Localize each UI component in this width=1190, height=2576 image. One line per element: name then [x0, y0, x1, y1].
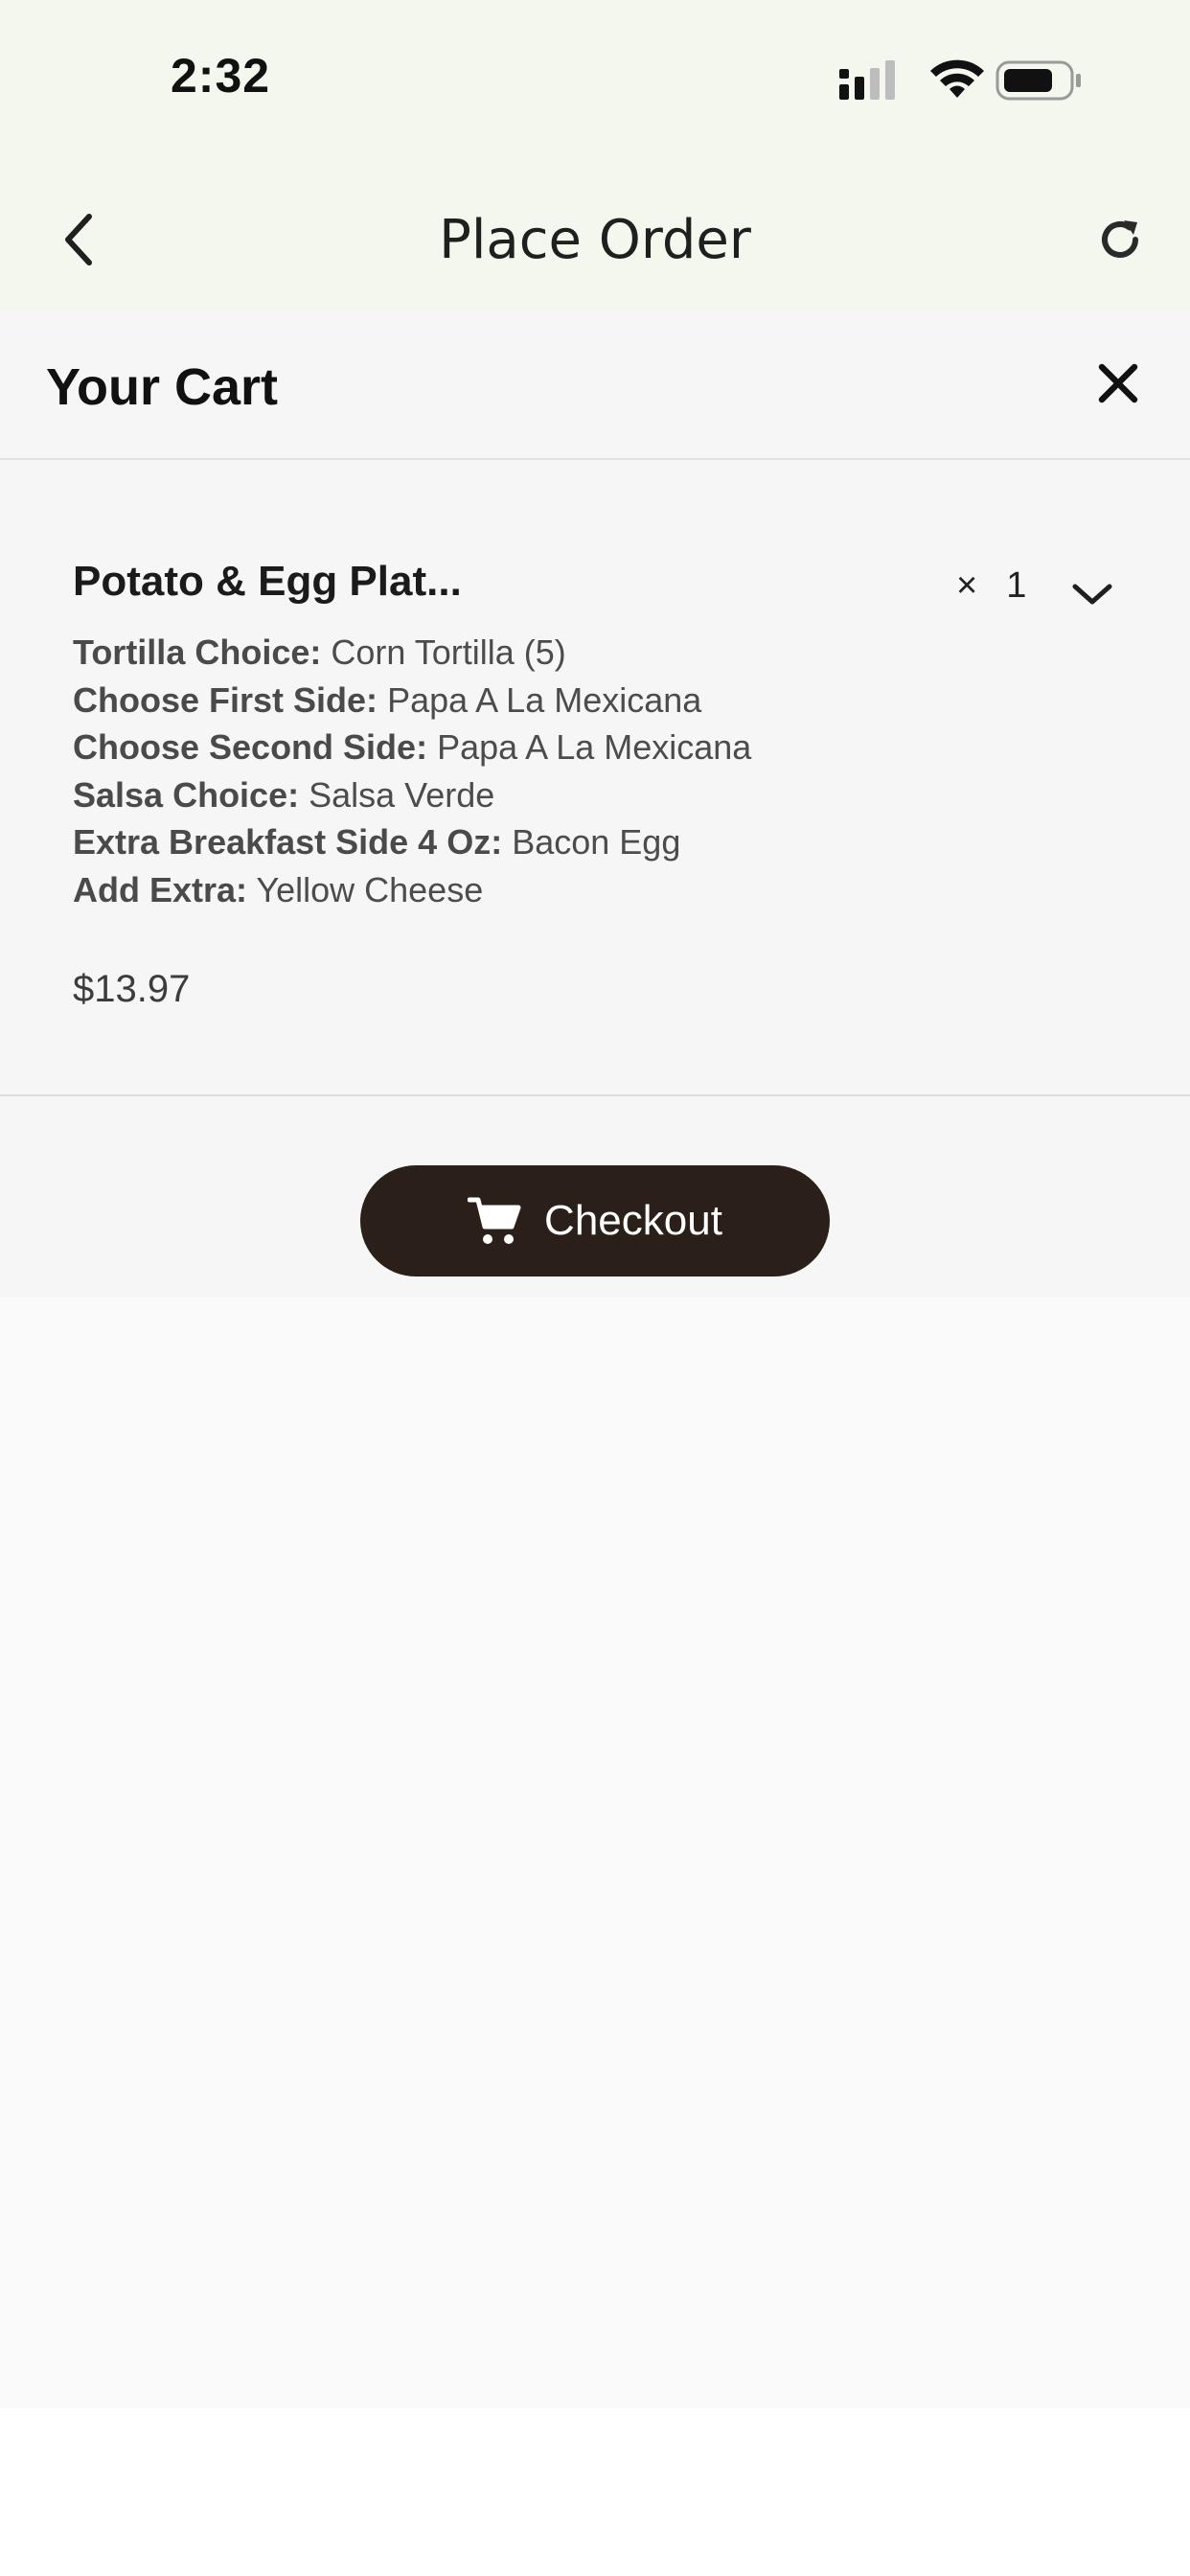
- option-value: Papa A La Mexicana: [387, 679, 702, 720]
- option-label: Choose Second Side:: [73, 727, 428, 767]
- quantity-display[interactable]: × 1: [956, 565, 1026, 607]
- option-label: Add Extra:: [73, 869, 248, 909]
- quantity-value: 1: [1006, 565, 1027, 606]
- checkout-area: Checkout: [0, 1096, 1190, 1298]
- option-row: Salsa Choice: Salsa Verde: [73, 771, 1079, 819]
- cart-icon: [468, 1197, 521, 1244]
- bottom-safe-area: [0, 2408, 1190, 2576]
- cart-item: Potato & Egg Plat... × 1 Tortilla Choice…: [0, 460, 1190, 1096]
- cart-header: Your Cart: [0, 311, 1190, 460]
- option-label: Tortilla Choice:: [73, 632, 322, 672]
- page-title: Place Order: [439, 209, 751, 271]
- item-price: $13.97: [73, 968, 191, 1010]
- wifi-icon: [928, 56, 986, 105]
- cart-title: Your Cart: [46, 358, 279, 416]
- item-options: Tortilla Choice: Corn Tortilla (5) Choos…: [73, 629, 1079, 913]
- refresh-button[interactable]: [1087, 206, 1154, 273]
- close-cart-button[interactable]: [1087, 352, 1150, 415]
- expand-item-button[interactable]: [1065, 567, 1119, 621]
- option-row: Choose Second Side: Papa A La Mexicana: [73, 724, 1079, 771]
- cellular-signal-icon: [837, 59, 901, 105]
- option-label: Extra Breakfast Side 4 Oz:: [73, 822, 503, 862]
- checkout-button[interactable]: Checkout: [360, 1165, 830, 1276]
- close-icon: [1098, 363, 1138, 403]
- checkout-label: Checkout: [544, 1197, 722, 1244]
- option-value: Papa A La Mexicana: [437, 727, 752, 767]
- chevron-down-icon: [1072, 584, 1112, 605]
- refresh-icon: [1102, 220, 1138, 258]
- option-value: Yellow Cheese: [256, 869, 484, 909]
- option-value: Bacon Egg: [512, 822, 681, 862]
- item-name: Potato & Egg Plat...: [73, 558, 462, 605]
- option-value: Corn Tortilla (5): [331, 632, 566, 672]
- option-value: Salsa Verde: [309, 774, 495, 815]
- option-label: Salsa Choice:: [73, 774, 300, 815]
- option-row: Choose First Side: Papa A La Mexicana: [73, 677, 1079, 724]
- battery-icon: [995, 59, 1084, 105]
- option-row: Tortilla Choice: Corn Tortilla (5): [73, 629, 1079, 677]
- option-row: Add Extra: Yellow Cheese: [73, 866, 1079, 914]
- top-header-area: 2:32 Place Order: [0, 0, 1190, 311]
- status-time: 2:32: [171, 49, 271, 103]
- option-row: Extra Breakfast Side 4 Oz: Bacon Egg: [73, 818, 1079, 866]
- quantity-times-symbol: ×: [956, 565, 978, 606]
- option-label: Choose First Side:: [73, 679, 378, 720]
- status-icons: [837, 56, 1087, 104]
